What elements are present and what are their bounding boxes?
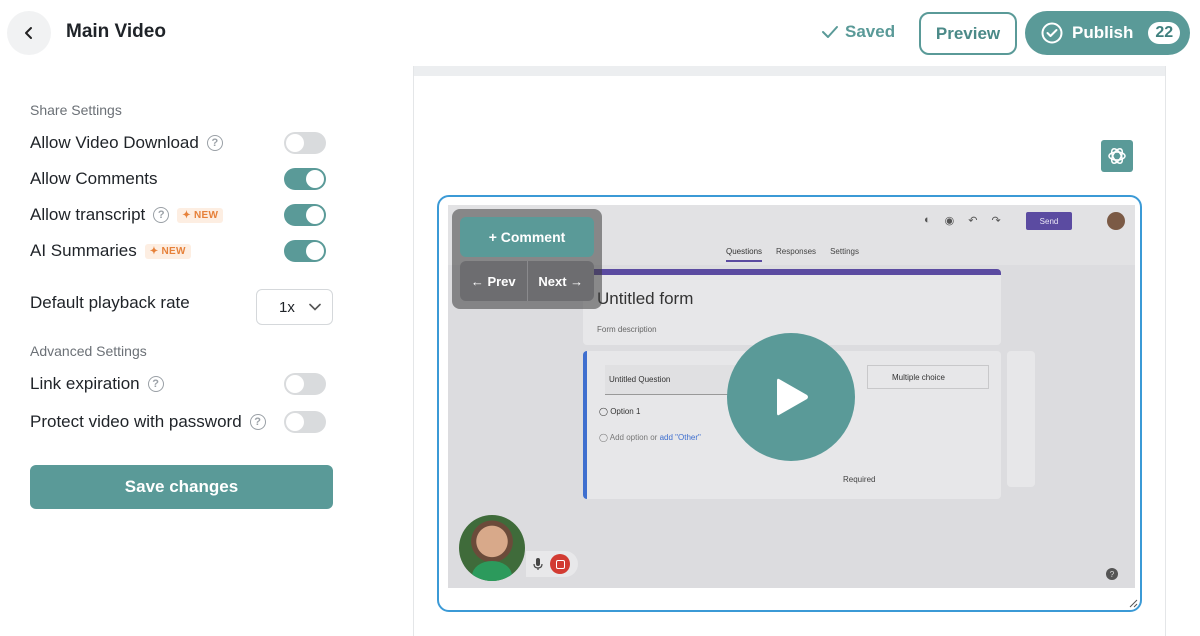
setting-ai-summaries: AI Summaries ✦ NEW [30, 239, 330, 263]
publish-button[interactable]: Publish 22 [1025, 11, 1190, 55]
video-form-description: Form description [597, 325, 657, 334]
save-changes-button[interactable]: Save changes [30, 465, 333, 509]
toggle-knob [306, 170, 324, 188]
top-header: Main Video Saved Preview Publish 22 [0, 0, 1200, 66]
new-badge: ✦ NEW [177, 207, 224, 223]
palette-icon: ◐ [924, 214, 931, 226]
toggle-knob [306, 242, 324, 260]
camera-controls [526, 551, 578, 577]
knot-logo-icon [1108, 148, 1126, 164]
setting-allow-video-download: Allow Video Download ? [30, 131, 330, 155]
help-icon[interactable]: ? [249, 414, 266, 430]
setting-label: Allow Video Download [30, 133, 199, 152]
playback-rate-value: 1x [279, 298, 295, 316]
settings-sidebar: Share Settings Allow Video Download ? Al… [0, 66, 360, 636]
video-tab-responses: Responses [776, 247, 817, 256]
eye-icon: ◉ [944, 215, 955, 227]
setting-label: Link expiration [30, 374, 140, 393]
new-badge: ✦ NEW [144, 243, 191, 259]
video-required-label: Required [843, 475, 876, 484]
resize-handle-icon[interactable] [1128, 598, 1138, 608]
help-icon[interactable]: ? [153, 207, 170, 223]
advanced-settings-heading: Advanced Settings [30, 343, 147, 359]
video-option-1: ◯ Option 1 [599, 407, 641, 416]
toggle-knob [286, 413, 304, 431]
toggle-allow-comments[interactable] [284, 168, 326, 190]
add-comment-button[interactable]: + Comment [460, 217, 594, 257]
play-icon [777, 378, 808, 416]
toggle-protect-password[interactable] [284, 411, 326, 433]
play-button[interactable] [727, 333, 855, 461]
setting-link-expiration: Link expiration ? [30, 372, 330, 396]
setting-allow-transcript: Allow transcript ? ✦ NEW [30, 203, 330, 227]
video-add-option-label: Add option [609, 433, 648, 442]
canvas-top-strip [414, 66, 1165, 76]
toggle-allow-transcript[interactable] [284, 204, 326, 226]
setting-label: Default playback rate [30, 293, 190, 312]
playback-rate-select[interactable]: 1x [256, 289, 333, 325]
prev-comment-button[interactable]: ← Prev [460, 261, 527, 301]
back-button[interactable] [7, 11, 51, 55]
video-tab-questions: Questions [726, 247, 763, 262]
chevron-down-icon [309, 303, 321, 311]
video-player[interactable]: ◐ ◉ ↶ ↷ Send Questions Responses Setting… [448, 205, 1135, 588]
stop-recording-button[interactable] [550, 554, 570, 574]
openai-icon[interactable] [1101, 140, 1133, 172]
video-toolbar-icons: ◐ ◉ ↶ ↷ [924, 214, 1001, 227]
setting-protect-password: Protect video with password ? [30, 410, 330, 434]
help-icon[interactable]: ? [147, 376, 164, 392]
video-question-title: Untitled Question [605, 365, 745, 395]
presenter-shirt [472, 561, 512, 581]
video-add-option: ◯ Add option or add "Other" [599, 433, 701, 442]
setting-label: Allow Comments [30, 169, 158, 188]
check-circle-icon [1041, 22, 1063, 44]
saved-label: Saved [845, 22, 896, 41]
comment-nav: ← Prev Next → [460, 261, 594, 301]
video-question-type: Multiple choice [867, 365, 989, 389]
setting-label: Allow transcript [30, 205, 146, 224]
toggle-knob [286, 375, 304, 393]
publish-label: Publish [1072, 23, 1134, 42]
next-comment-button[interactable]: Next → [526, 261, 595, 301]
toggle-ai-summaries[interactable] [284, 240, 326, 262]
editor-canvas: ◐ ◉ ↶ ↷ Send Questions Responses Setting… [413, 66, 1166, 636]
publish-count-badge: 22 [1148, 22, 1181, 44]
share-settings-heading: Share Settings [30, 102, 122, 118]
video-option-1-label: Option 1 [610, 407, 641, 416]
setting-label: AI Summaries [30, 241, 137, 260]
toggle-knob [286, 134, 304, 152]
toggle-knob [306, 206, 324, 224]
setting-label: Protect video with password [30, 412, 242, 431]
presenter-camera-bubble [459, 515, 525, 581]
video-form-side-toolbar [1007, 351, 1035, 487]
redo-icon: ↷ [991, 215, 1001, 227]
video-add-other: add "Other" [659, 433, 701, 442]
preview-button[interactable]: Preview [919, 12, 1017, 55]
help-icon[interactable]: ? [206, 135, 223, 151]
microphone-icon[interactable] [532, 557, 544, 571]
video-or-label: or [650, 433, 658, 442]
video-form-tabs: Questions Responses Settings [726, 247, 859, 262]
toggle-allow-video-download[interactable] [284, 132, 326, 154]
page-title: Main Video [66, 21, 166, 42]
setting-allow-comments: Allow Comments [30, 167, 330, 191]
comment-overlay: + Comment ← Prev Next → [452, 209, 602, 309]
chevron-left-icon [25, 27, 32, 39]
toggle-link-expiration[interactable] [284, 373, 326, 395]
undo-icon: ↶ [968, 215, 978, 227]
video-frame: ◐ ◉ ↶ ↷ Send Questions Responses Setting… [437, 195, 1142, 612]
video-help-icon: ? [1106, 568, 1118, 580]
video-user-avatar [1107, 212, 1125, 230]
stop-icon [555, 559, 565, 569]
video-tab-settings: Settings [830, 247, 859, 256]
check-icon [822, 26, 838, 38]
saved-status: Saved [821, 22, 895, 42]
video-send-button: Send [1026, 212, 1072, 230]
video-form-title: Untitled form [597, 289, 694, 308]
